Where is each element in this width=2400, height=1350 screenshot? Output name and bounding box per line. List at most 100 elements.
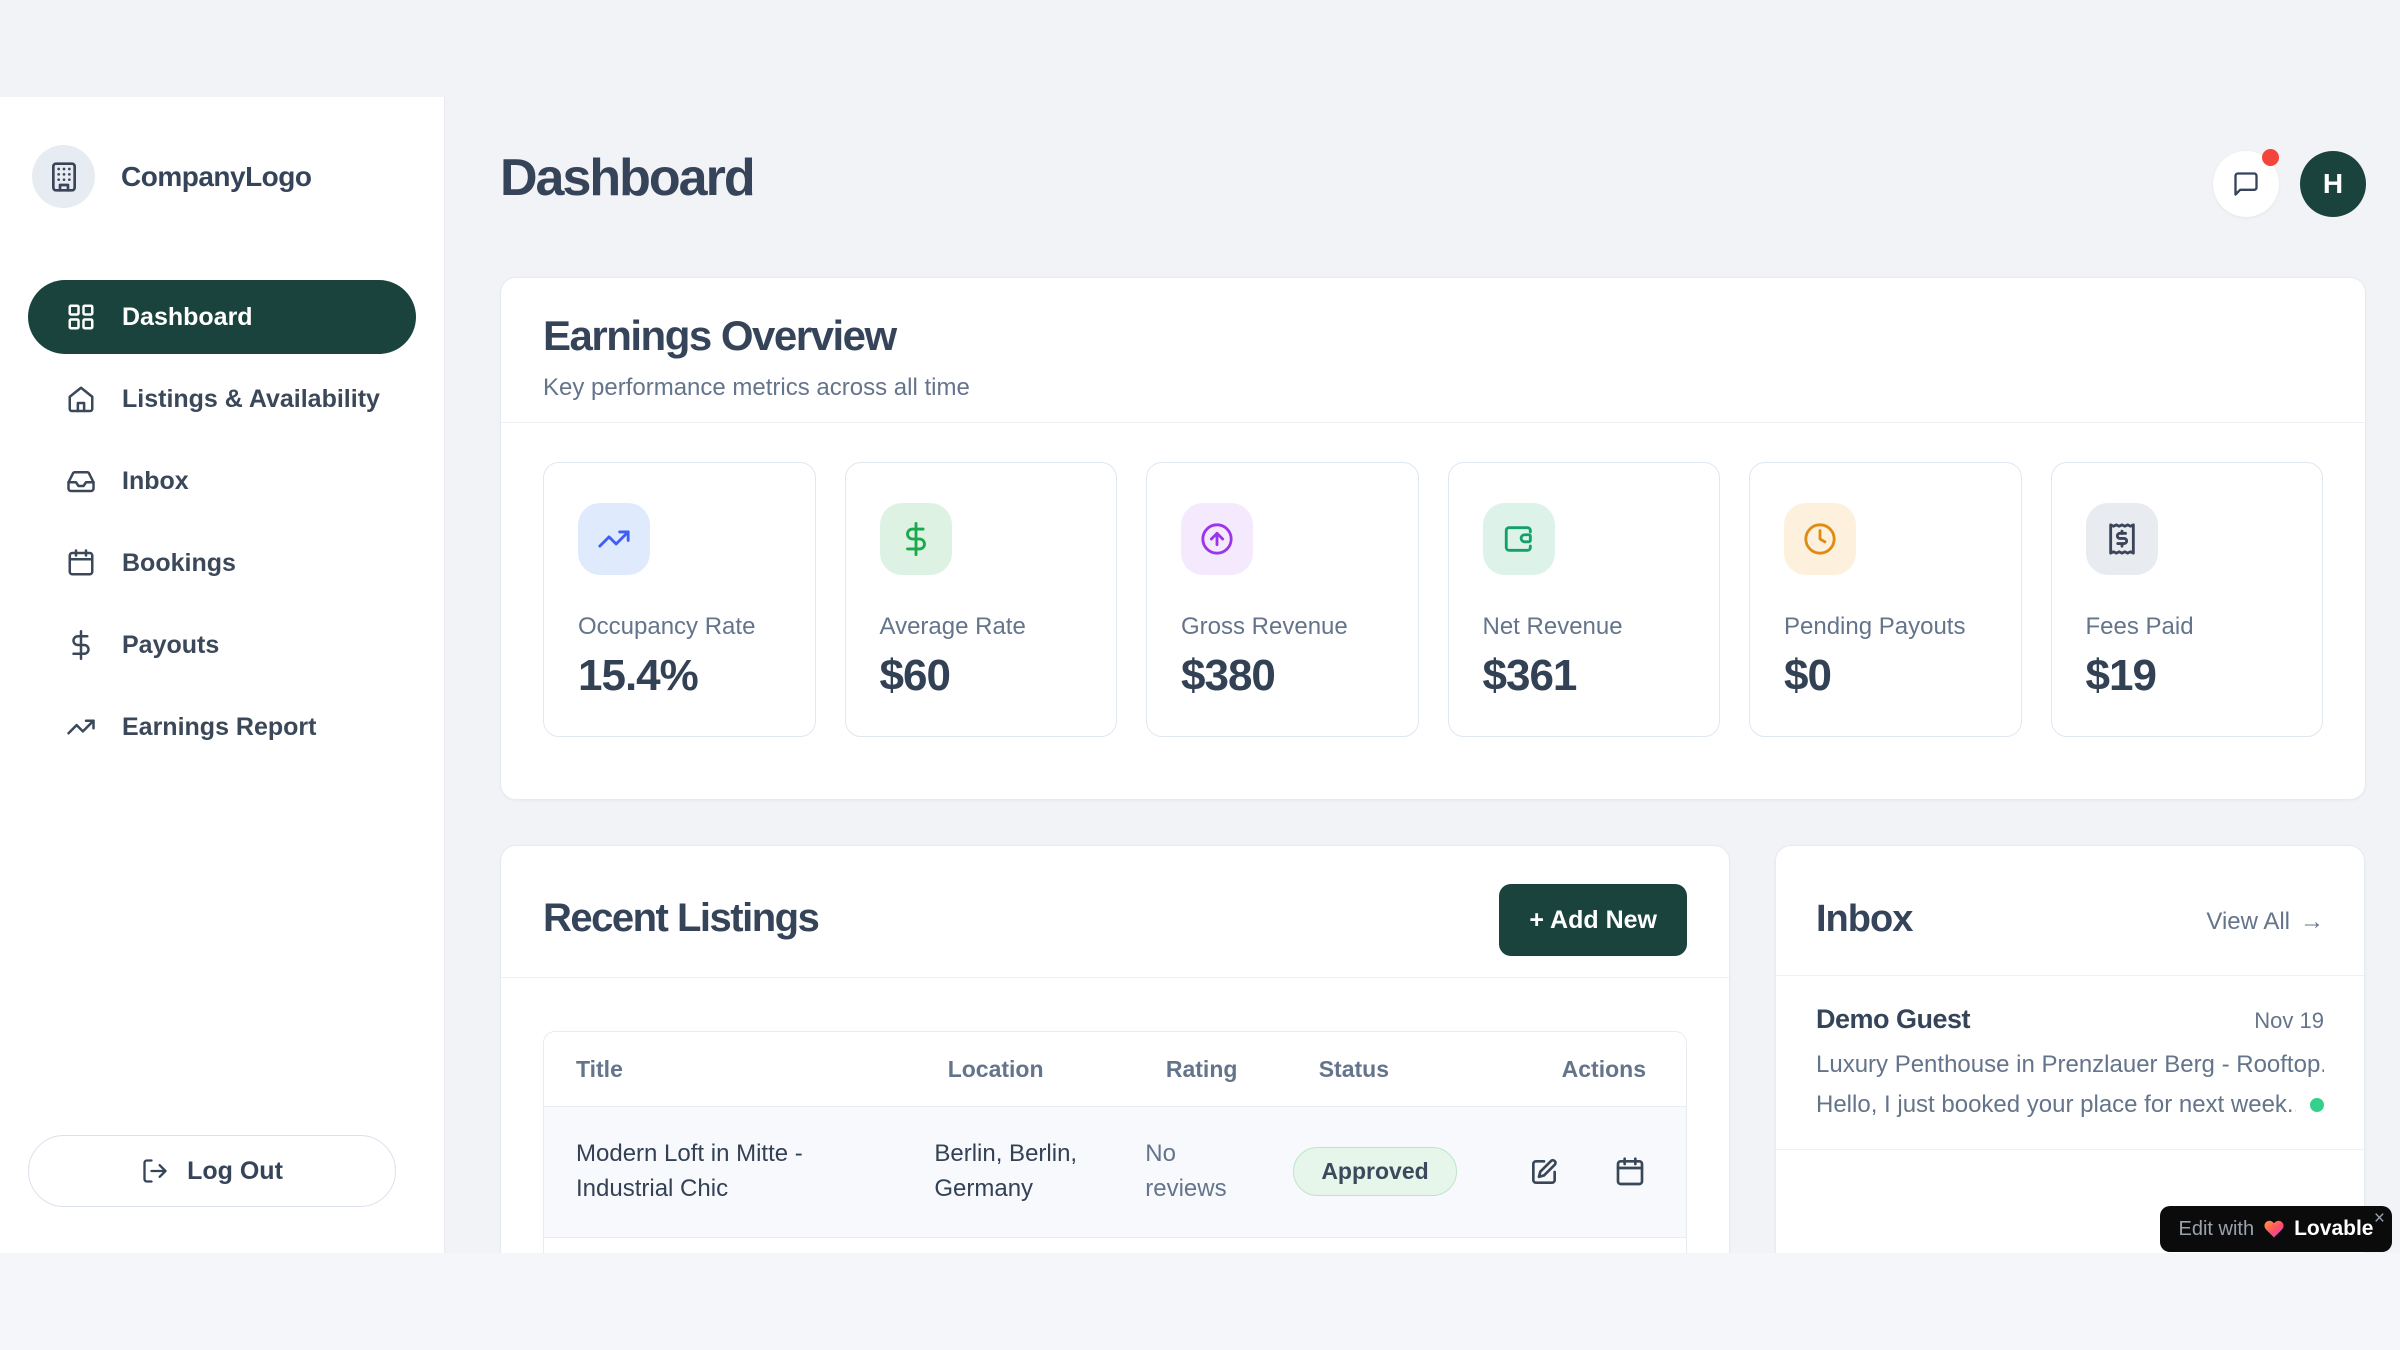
metric-value: 15.4% xyxy=(578,651,781,701)
message-date: Nov 19 xyxy=(2254,1008,2324,1034)
metric-label: Pending Payouts xyxy=(1784,613,1987,641)
listing-location: Berlin, Berlin, Germany xyxy=(934,1137,1099,1207)
inbox-message[interactable]: Demo Guest Nov 19 Luxury Penthouse in Pr… xyxy=(1776,976,2364,1150)
metric-label: Fees Paid xyxy=(2086,613,2289,641)
wallet-icon xyxy=(1483,503,1555,575)
sidebar-nav: Dashboard Listings & Availability Inbox xyxy=(28,280,416,764)
clock-icon xyxy=(1784,503,1856,575)
message-sender: Demo Guest xyxy=(1816,1004,1970,1035)
arrow-right-icon: → xyxy=(2300,908,2324,936)
notification-dot xyxy=(2262,149,2279,166)
sidebar: CompanyLogo Dashboard Listings & Availab… xyxy=(0,97,445,1253)
row-actions xyxy=(1528,1156,1646,1188)
header-actions: H xyxy=(2213,151,2366,217)
dollar-icon xyxy=(66,630,96,660)
earnings-head: Earnings Overview Key performance metric… xyxy=(501,278,2365,402)
metrics-row: Occupancy Rate 15.4% Average Rate $60 Gr… xyxy=(543,462,2323,737)
edit-icon[interactable] xyxy=(1528,1156,1560,1188)
column-header-status: Status xyxy=(1287,1056,1530,1083)
message-bubble-icon xyxy=(2232,170,2260,198)
metric-value: $0 xyxy=(1784,651,1987,701)
column-header-location: Location xyxy=(916,1056,1134,1083)
logo-text: CompanyLogo xyxy=(121,161,312,193)
badge-brand: Lovable xyxy=(2294,1217,2373,1241)
metric-value: $60 xyxy=(880,651,1083,701)
logo: CompanyLogo xyxy=(32,145,444,208)
logout-icon xyxy=(141,1157,169,1185)
calendar-icon[interactable] xyxy=(1614,1156,1646,1188)
listing-rating: No reviews xyxy=(1145,1137,1245,1207)
receipt-icon xyxy=(2086,503,2158,575)
sidebar-item-label: Bookings xyxy=(122,549,236,578)
sidebar-item-label: Inbox xyxy=(122,467,189,496)
sidebar-item-label: Payouts xyxy=(122,631,219,660)
column-header-actions: Actions xyxy=(1530,1056,1686,1083)
listings-table: Title Location Rating Status Actions Mod… xyxy=(543,1031,1687,1253)
logout-label: Log Out xyxy=(187,1157,283,1186)
metric-card-fees-paid: Fees Paid $19 xyxy=(2051,462,2324,737)
message-subject: Luxury Penthouse in Prenzlauer Berg - Ro… xyxy=(1816,1051,2324,1079)
metric-value: $19 xyxy=(2086,651,2289,701)
metric-label: Net Revenue xyxy=(1483,613,1686,641)
sidebar-item-bookings[interactable]: Bookings xyxy=(28,526,416,600)
recent-listings-card: Recent Listings + Add New Title Location… xyxy=(500,845,1730,1253)
chat-button[interactable] xyxy=(2213,151,2279,217)
earnings-subtitle: Key performance metrics across all time xyxy=(543,374,2323,402)
metric-label: Occupancy Rate xyxy=(578,613,781,641)
metric-card-gross-revenue: Gross Revenue $380 xyxy=(1146,462,1419,737)
column-header-title: Title xyxy=(544,1056,916,1083)
metric-card-occupancy-rate: Occupancy Rate 15.4% xyxy=(543,462,816,737)
grid-icon xyxy=(66,302,96,332)
inbox-head: Inbox View All → xyxy=(1776,846,2364,941)
sidebar-item-earnings-report[interactable]: Earnings Report xyxy=(28,690,416,764)
dollar-icon xyxy=(880,503,952,575)
app-viewport: CompanyLogo Dashboard Listings & Availab… xyxy=(0,0,2400,1253)
inbox-icon xyxy=(66,466,96,496)
sidebar-item-label: Listings & Availability xyxy=(122,385,380,414)
trending-up-icon xyxy=(578,503,650,575)
sidebar-item-dashboard[interactable]: Dashboard xyxy=(28,280,416,354)
table-row[interactable]: Modern Loft in Mitte - Industrial Chic B… xyxy=(544,1106,1686,1237)
avatar[interactable]: H xyxy=(2300,151,2366,217)
metric-value: $380 xyxy=(1181,651,1384,701)
metric-label: Gross Revenue xyxy=(1181,613,1384,641)
table-row-partial xyxy=(544,1237,1686,1253)
earnings-title: Earnings Overview xyxy=(543,312,2323,360)
metric-label: Average Rate xyxy=(880,613,1083,641)
metric-value: $361 xyxy=(1483,651,1686,701)
divider xyxy=(501,977,1729,978)
badge-prefix: Edit with xyxy=(2179,1218,2255,1241)
unread-dot xyxy=(2310,1098,2324,1112)
listings-head: Recent Listings + Add New xyxy=(501,846,1729,941)
column-header-rating: Rating xyxy=(1134,1056,1287,1083)
earnings-overview-card: Earnings Overview Key performance metric… xyxy=(500,277,2366,800)
inbox-card: Inbox View All → Demo Guest Nov 19 Luxur… xyxy=(1775,845,2365,1253)
sidebar-item-payouts[interactable]: Payouts xyxy=(28,608,416,682)
calendar-icon xyxy=(66,548,96,578)
view-all-label: View All xyxy=(2206,908,2290,936)
logout-button[interactable]: Log Out xyxy=(28,1135,396,1207)
divider xyxy=(501,422,2365,423)
status-badge: Approved xyxy=(1293,1147,1456,1196)
metric-card-net-revenue: Net Revenue $361 xyxy=(1448,462,1721,737)
heart-icon xyxy=(2263,1218,2285,1240)
sidebar-item-label: Dashboard xyxy=(122,303,253,332)
home-icon xyxy=(66,384,96,414)
metric-card-average-rate: Average Rate $60 xyxy=(845,462,1118,737)
close-icon[interactable]: × xyxy=(2374,1209,2385,1228)
listing-title: Modern Loft in Mitte - Industrial Chic xyxy=(576,1137,881,1207)
add-new-button[interactable]: + Add New xyxy=(1499,884,1687,956)
page-title: Dashboard xyxy=(500,148,754,208)
table-header-row: Title Location Rating Status Actions xyxy=(544,1032,1686,1106)
sidebar-item-inbox[interactable]: Inbox xyxy=(28,444,416,518)
building-icon xyxy=(32,145,95,208)
trending-up-icon xyxy=(66,712,96,742)
view-all-link[interactable]: View All → xyxy=(2206,908,2324,936)
sidebar-item-label: Earnings Report xyxy=(122,713,316,742)
edit-with-lovable-badge[interactable]: Edit with Lovable × xyxy=(2160,1206,2392,1252)
sidebar-item-listings[interactable]: Listings & Availability xyxy=(28,362,416,436)
screen: CompanyLogo Dashboard Listings & Availab… xyxy=(0,0,2400,1350)
circle-arrow-up-icon xyxy=(1181,503,1253,575)
message-preview: Hello, I just booked your place for next… xyxy=(1816,1091,2296,1119)
metric-card-pending-payouts: Pending Payouts $0 xyxy=(1749,462,2022,737)
